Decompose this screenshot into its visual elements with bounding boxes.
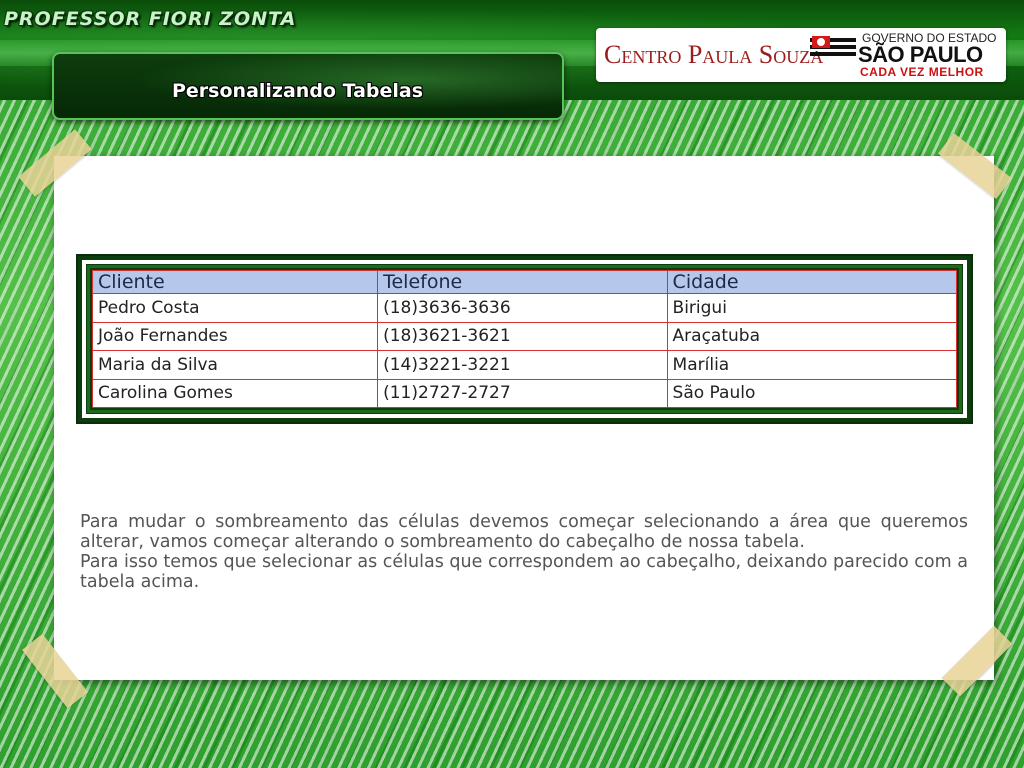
brand-title: PROFESSOR FIORI ZONTA xyxy=(4,8,297,30)
slide-title: Personalizando Tabelas xyxy=(172,80,424,102)
paragraph-2: Para isso temos que selecionar as célula… xyxy=(80,552,968,592)
centro-paula-souza-logo: Centro Paula Souza xyxy=(604,40,824,69)
header-cell-cidade: Cidade xyxy=(666,270,958,294)
table-row: Maria da Silva (14)3221-3221 Marília xyxy=(91,350,958,380)
sao-paulo-flag-icon xyxy=(810,36,856,56)
cell-cliente: Carolina Gomes xyxy=(91,378,379,408)
table-row: João Fernandes (18)3621-3621 Araçatuba xyxy=(91,321,958,351)
cell-cidade: Birigui xyxy=(666,293,958,323)
clients-table: Cliente Telefone Cidade Pedro Costa (18)… xyxy=(91,270,958,408)
header-cell-telefone: Telefone xyxy=(377,270,668,294)
table-row: Carolina Gomes (11)2727-2727 São Paulo xyxy=(91,378,958,408)
cell-cidade: Marília xyxy=(666,350,958,380)
gov-line-3: CADA VEZ MELHOR xyxy=(860,65,984,79)
cell-cliente: Maria da Silva xyxy=(91,350,379,380)
cell-telefone: (14)3221-3221 xyxy=(377,350,668,380)
slide-title-panel: Personalizando Tabelas xyxy=(52,52,564,120)
cell-cliente: João Fernandes xyxy=(91,321,379,351)
table-row: Pedro Costa (18)3636-3636 Birigui xyxy=(91,293,958,323)
cell-cliente: Pedro Costa xyxy=(91,293,379,323)
body-text: Para mudar o sombreamento das células de… xyxy=(80,512,968,592)
cell-telefone: (11)2727-2727 xyxy=(377,378,668,408)
header-cell-cliente: Cliente xyxy=(91,270,379,294)
cell-cidade: São Paulo xyxy=(666,378,958,408)
paragraph-1: Para mudar o sombreamento das células de… xyxy=(80,512,968,552)
cell-telefone: (18)3636-3636 xyxy=(377,293,668,323)
logo-banner: Centro Paula Souza GOVERNO DO ESTADO SÃO… xyxy=(596,28,1006,82)
cell-cidade: Araçatuba xyxy=(666,321,958,351)
cell-telefone: (18)3621-3621 xyxy=(377,321,668,351)
table-header-row: Cliente Telefone Cidade xyxy=(91,270,958,294)
table-frame: Cliente Telefone Cidade Pedro Costa (18)… xyxy=(76,254,973,424)
table-inner-border: Cliente Telefone Cidade Pedro Costa (18)… xyxy=(82,260,967,418)
